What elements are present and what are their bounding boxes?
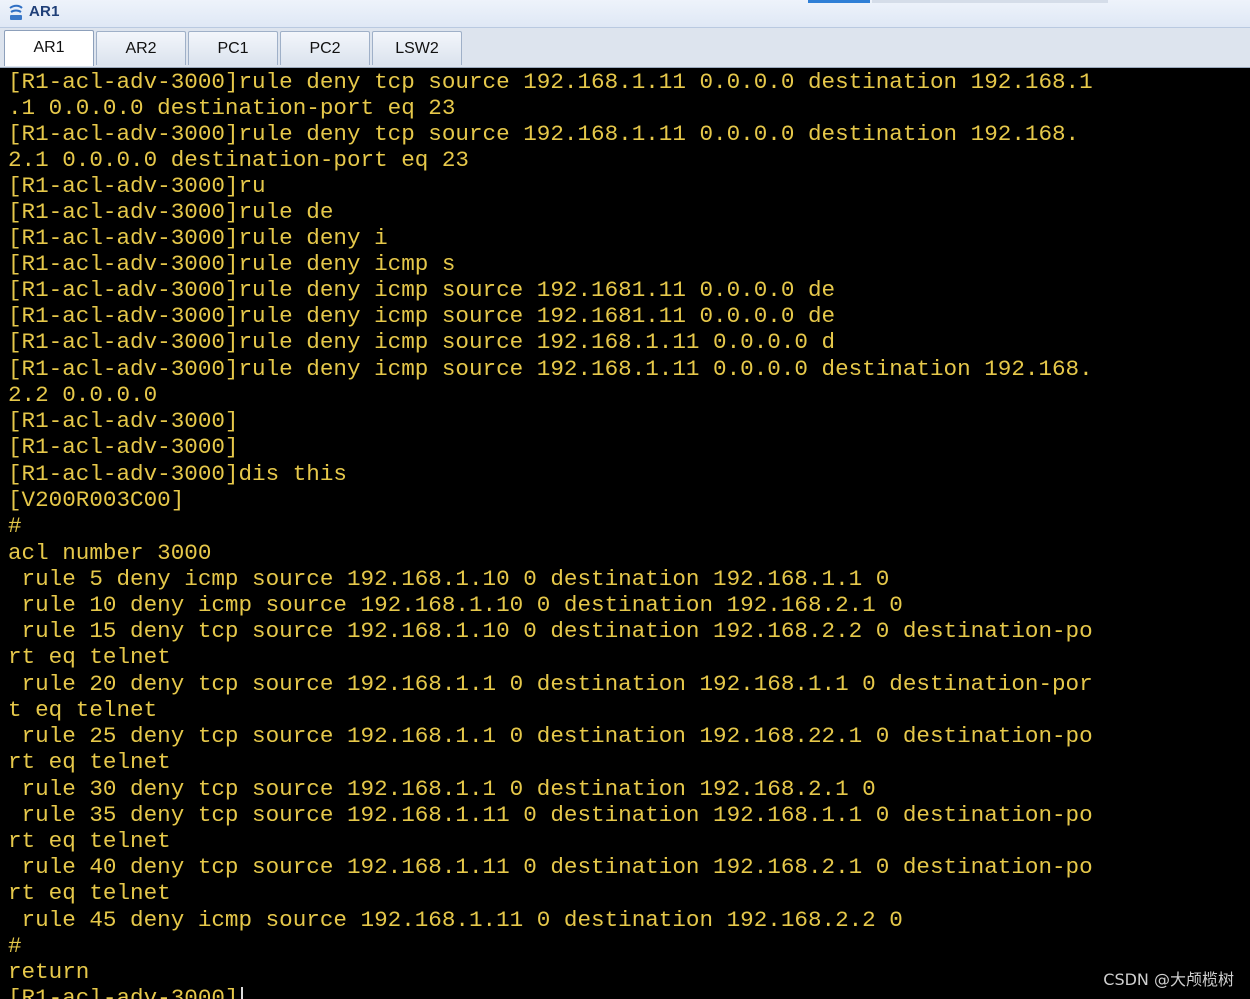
terminal-line: [R1-acl-adv-3000]rule deny tcp source 19… — [8, 69, 1093, 95]
tab-pc2[interactable]: PC2 — [280, 31, 370, 65]
ensp-device-icon — [9, 4, 23, 20]
terminal-line: # — [8, 933, 22, 959]
terminal-line: rule 10 deny icmp source 192.168.1.10 0 … — [8, 592, 903, 618]
terminal-line: rule 40 deny tcp source 192.168.1.11 0 d… — [8, 854, 1093, 880]
terminal-line: [R1-acl-adv-3000]ru — [8, 173, 266, 199]
terminal-line: rule 15 deny tcp source 192.168.1.10 0 d… — [8, 618, 1093, 644]
terminal-line: 2.1 0.0.0.0 destination-port eq 23 — [8, 147, 469, 173]
terminal-line: [R1-acl-adv-3000]rule deny icmp source 1… — [8, 356, 1093, 382]
device-tab-bar: AR1 AR2 PC1 PC2 LSW2 — [0, 28, 1250, 68]
tab-ar1[interactable]: AR1 — [4, 30, 94, 66]
terminal-line: [R1-acl-adv-3000]rule deny icmp s — [8, 251, 456, 277]
title-decoration — [872, 0, 1108, 3]
terminal-line: [R1-acl-adv-3000]dis this — [8, 461, 347, 487]
terminal-line: [R1-acl-adv-3000]rule deny i — [8, 225, 388, 251]
terminal-line: rule 30 deny tcp source 192.168.1.1 0 de… — [8, 776, 876, 802]
terminal-line: rt eq telnet — [8, 828, 171, 854]
terminal-line: rt eq telnet — [8, 880, 171, 906]
terminal-prompt-line: [R1-acl-adv-3000] — [8, 985, 239, 999]
terminal-line: acl number 3000 — [8, 540, 212, 566]
terminal-line: .1 0.0.0.0 destination-port eq 23 — [8, 95, 456, 121]
terminal-line: rule 25 deny tcp source 192.168.1.1 0 de… — [8, 723, 1093, 749]
terminal-line: [R1-acl-adv-3000]rule deny icmp source 1… — [8, 277, 836, 303]
tab-pc1[interactable]: PC1 — [188, 31, 278, 65]
terminal-line: rule 35 deny tcp source 192.168.1.11 0 d… — [8, 802, 1093, 828]
tab-lsw2[interactable]: LSW2 — [372, 31, 462, 65]
terminal-line: [R1-acl-adv-3000]rule deny icmp source 1… — [8, 329, 836, 355]
tab-ar2[interactable]: AR2 — [96, 31, 186, 65]
terminal-line: [R1-acl-adv-3000] — [8, 434, 239, 460]
terminal-line: [R1-acl-adv-3000]rule deny icmp source 1… — [8, 303, 836, 329]
terminal-line: rule 5 deny icmp source 192.168.1.10 0 d… — [8, 566, 890, 592]
title-decoration — [808, 0, 870, 3]
terminal-line: [R1-acl-adv-3000] — [8, 408, 239, 434]
terminal-line: 2.2 0.0.0.0 — [8, 382, 158, 408]
terminal-line: return — [8, 959, 90, 985]
terminal-line: [R1-acl-adv-3000]rule deny tcp source 19… — [8, 121, 1080, 147]
text-cursor — [241, 987, 243, 999]
terminal-line: rt eq telnet — [8, 644, 171, 670]
terminal-console[interactable]: [R1-acl-adv-3000]rule deny tcp source 19… — [0, 68, 1250, 999]
window-title: AR1 — [29, 3, 60, 20]
ensp-cli-window: AR1 AR1 AR2 PC1 PC2 LSW2 [R1-acl-adv-300… — [0, 0, 1250, 999]
terminal-line: t eq telnet — [8, 697, 158, 723]
terminal-line: [R1-acl-adv-3000]rule de — [8, 199, 334, 225]
terminal-line: rt eq telnet — [8, 749, 171, 775]
terminal-line: [V200R003C00] — [8, 487, 185, 513]
terminal-line: rule 45 deny icmp source 192.168.1.11 0 … — [8, 907, 903, 933]
title-bar: AR1 — [0, 0, 1250, 28]
csdn-watermark: CSDN @大颅榄树 — [1103, 970, 1234, 989]
terminal-line: rule 20 deny tcp source 192.168.1.1 0 de… — [8, 671, 1093, 697]
terminal-line: # — [8, 513, 22, 539]
